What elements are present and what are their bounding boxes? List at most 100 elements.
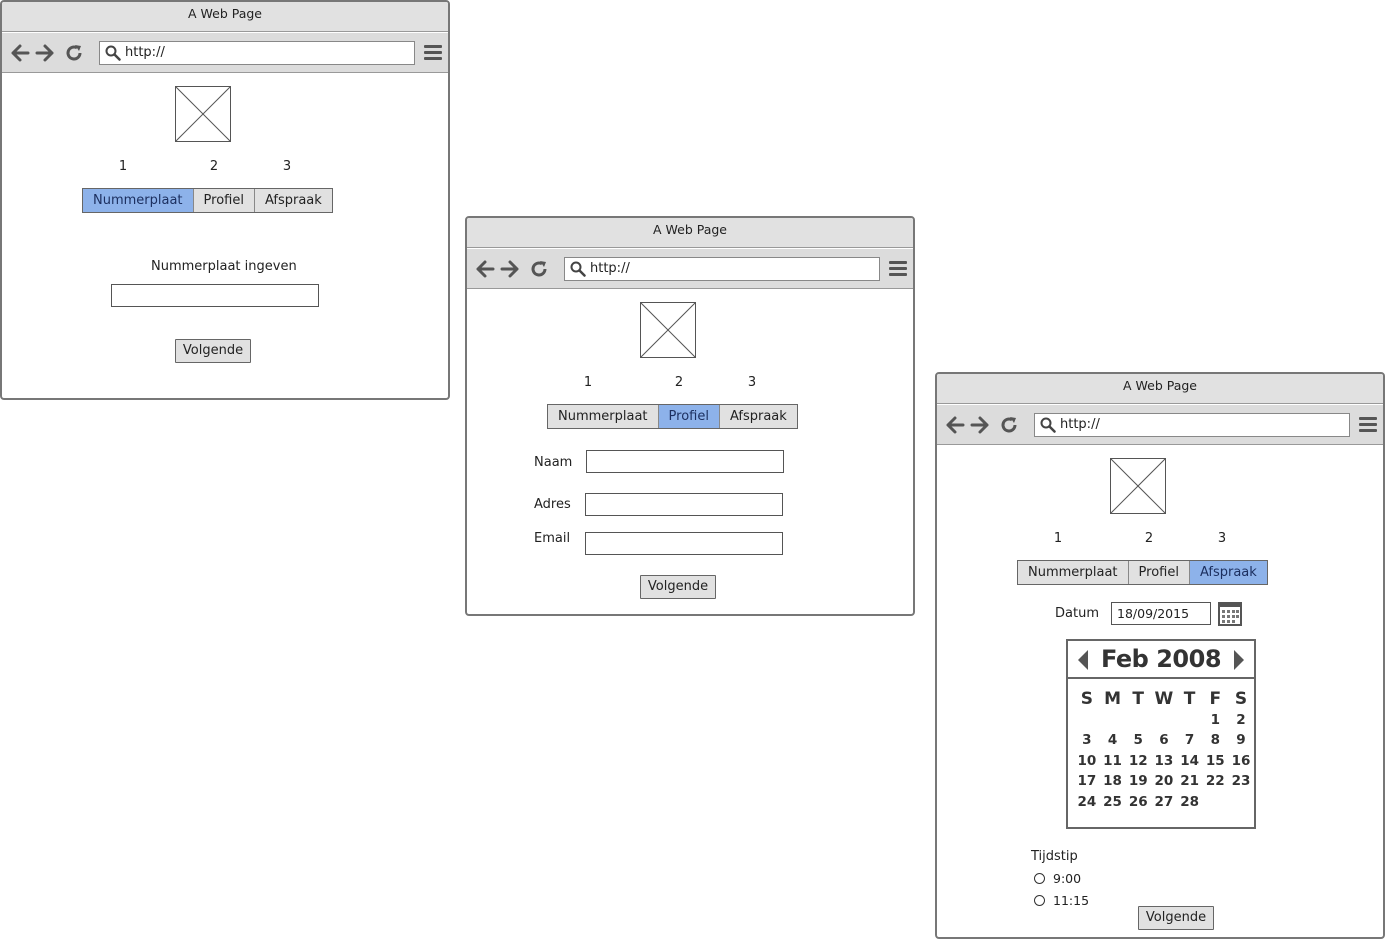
address-input[interactable]	[585, 493, 783, 516]
hamburger-menu-icon[interactable]	[889, 261, 907, 277]
search-icon	[105, 45, 121, 61]
calendar-day[interactable]: 7	[1177, 730, 1203, 751]
next-button[interactable]: Volgende	[175, 339, 251, 363]
search-icon	[570, 261, 586, 277]
hamburger-menu-icon[interactable]	[1359, 417, 1377, 433]
calendar-day[interactable]: 26	[1125, 792, 1151, 813]
calendar-day[interactable]: 28	[1177, 792, 1203, 813]
calendar-grid: S M T W T F S 1 2 3 4 5 6 7 8 9 10 11 12 13 14 15 16 17 18 19 20 21…	[1074, 689, 1254, 813]
tab-nummerplaat[interactable]: Nummerplaat	[548, 405, 659, 428]
step-number-3: 3	[1217, 531, 1227, 546]
tab-afspraak[interactable]: Afspraak	[719, 405, 797, 428]
address-label: Adres	[534, 497, 571, 512]
back-arrow-icon[interactable]	[10, 43, 30, 63]
calendar-day[interactable]: 17	[1074, 771, 1100, 792]
back-arrow-icon[interactable]	[475, 259, 495, 279]
step-tabs: Nummerplaat Profiel Afspraak	[82, 188, 333, 213]
window-title: A Web Page	[467, 218, 913, 248]
address-bar[interactable]: http://	[564, 257, 880, 281]
calendar-day[interactable]: 23	[1228, 771, 1254, 792]
weekday-header: T	[1183, 689, 1196, 709]
tab-profiel[interactable]: Profiel	[1128, 561, 1190, 584]
calendar-day[interactable]: 12	[1125, 751, 1151, 772]
calendar-day[interactable]: 19	[1125, 771, 1151, 792]
forward-arrow-icon[interactable]	[35, 43, 55, 63]
image-placeholder	[175, 86, 231, 142]
date-input[interactable]: 18/09/2015	[1111, 602, 1211, 625]
step-number-1: 1	[1053, 531, 1063, 546]
tab-afspraak[interactable]: Afspraak	[1189, 561, 1267, 584]
radio-button[interactable]	[1034, 895, 1045, 906]
name-input[interactable]	[586, 450, 784, 473]
plate-input[interactable]	[111, 284, 319, 307]
email-input[interactable]	[585, 532, 783, 555]
tab-profiel[interactable]: Profiel	[658, 405, 720, 428]
calendar-day[interactable]: 18	[1100, 771, 1126, 792]
radio-button[interactable]	[1034, 873, 1045, 884]
calendar-day[interactable]: 22	[1202, 771, 1228, 792]
time-option-0[interactable]: 9:00	[1034, 871, 1081, 886]
reload-icon[interactable]	[529, 259, 549, 279]
next-button[interactable]: Volgende	[1138, 906, 1214, 930]
calendar-day[interactable]: 16	[1228, 751, 1254, 772]
tab-nummerplaat[interactable]: Nummerplaat	[83, 189, 194, 212]
hamburger-menu-icon[interactable]	[424, 45, 442, 61]
url-text: http://	[590, 261, 630, 276]
calendar-day[interactable]: 21	[1177, 771, 1203, 792]
calendar-day[interactable]: 4	[1100, 730, 1126, 751]
calendar-day[interactable]: 3	[1074, 730, 1100, 751]
back-arrow-icon[interactable]	[945, 415, 965, 435]
time-option-1[interactable]: 11:15	[1034, 893, 1089, 908]
calendar-icon[interactable]	[1218, 602, 1242, 626]
url-text: http://	[125, 45, 165, 60]
weekday-header: W	[1154, 689, 1174, 709]
name-label: Naam	[534, 455, 573, 470]
browser-toolbar: http://	[467, 249, 913, 289]
calendar-day[interactable]: 13	[1151, 751, 1177, 772]
url-text: http://	[1060, 417, 1100, 432]
calendar-day[interactable]: 25	[1100, 792, 1126, 813]
calendar-day[interactable]: 14	[1177, 751, 1203, 772]
forward-arrow-icon[interactable]	[500, 259, 520, 279]
tab-nummerplaat[interactable]: Nummerplaat	[1018, 561, 1129, 584]
browser-window-profiel: A Web Page http:// 1 2 3 Nummerplaat Pro…	[465, 216, 915, 616]
calendar-day[interactable]: 24	[1074, 792, 1100, 813]
step-number-3: 3	[747, 375, 757, 390]
calendar-header: Feb 2008	[1068, 641, 1254, 679]
browser-toolbar: http://	[937, 405, 1383, 445]
calendar-day[interactable]: 27	[1151, 792, 1177, 813]
time-option-label: 11:15	[1053, 893, 1090, 908]
calendar-day[interactable]: 1	[1202, 710, 1228, 731]
reload-icon[interactable]	[999, 415, 1019, 435]
calendar-blank-cell	[1074, 710, 1100, 731]
email-label: Email	[534, 531, 571, 546]
calendar-day[interactable]: 5	[1125, 730, 1151, 751]
calendar-day[interactable]: 2	[1228, 710, 1254, 731]
plate-prompt-label: Nummerplaat ingeven	[151, 259, 297, 274]
weekday-header: F	[1209, 689, 1222, 709]
weekday-header: M	[1104, 689, 1121, 709]
tab-profiel[interactable]: Profiel	[193, 189, 255, 212]
calendar-day[interactable]: 11	[1100, 751, 1126, 772]
calendar-day[interactable]: 10	[1074, 751, 1100, 772]
forward-arrow-icon[interactable]	[970, 415, 990, 435]
next-month-arrow-icon[interactable]	[1232, 649, 1246, 671]
step-number-1: 1	[118, 159, 128, 174]
calendar-day[interactable]: 9	[1228, 730, 1254, 751]
step-tabs: Nummerplaat Profiel Afspraak	[547, 404, 798, 429]
calendar-day[interactable]: 8	[1202, 730, 1228, 751]
time-label: Tijdstip	[1031, 849, 1078, 864]
address-bar[interactable]: http://	[1034, 413, 1350, 437]
browser-toolbar: http://	[2, 33, 448, 73]
step-tabs: Nummerplaat Profiel Afspraak	[1017, 560, 1268, 585]
calendar-day[interactable]: 15	[1202, 751, 1228, 772]
reload-icon[interactable]	[64, 43, 84, 63]
calendar-day[interactable]: 20	[1151, 771, 1177, 792]
tab-afspraak[interactable]: Afspraak	[254, 189, 332, 212]
calendar-month-title: Feb 2008	[1100, 645, 1222, 673]
next-button[interactable]: Volgende	[640, 575, 716, 599]
calendar-day[interactable]: 6	[1151, 730, 1177, 751]
calendar-blank-cell	[1151, 710, 1177, 731]
step-number-3: 3	[282, 159, 292, 174]
address-bar[interactable]: http://	[99, 41, 415, 65]
